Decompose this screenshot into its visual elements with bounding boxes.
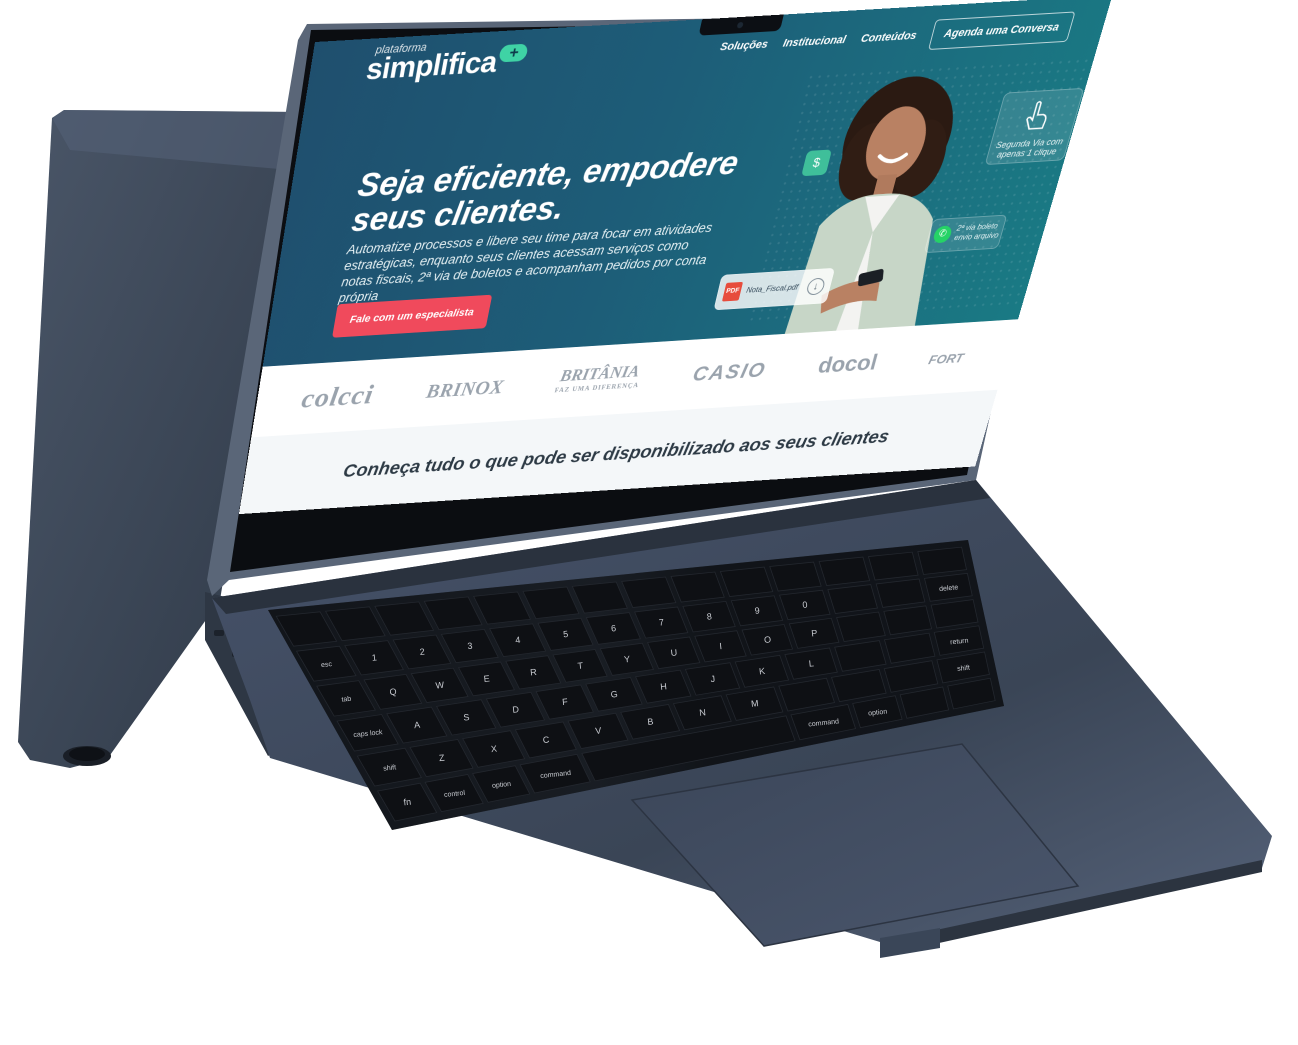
nav-link-conteudos[interactable]: Conteúdos — [860, 30, 918, 45]
keyboard-key[interactable] — [876, 579, 925, 607]
key-label: 1 — [371, 652, 377, 662]
key-label: Q — [389, 686, 397, 697]
hero-section: plataforma simplifica + Soluções Instituc… — [263, 0, 1113, 367]
key-label: shift — [957, 665, 971, 673]
key-label: K — [759, 666, 766, 677]
hand-pointer-icon — [1019, 98, 1055, 133]
keyboard-key[interactable] — [720, 567, 772, 596]
key-label: tab — [341, 696, 352, 704]
key-label: U — [670, 647, 678, 658]
key-label: 9 — [754, 605, 760, 615]
key-label: 3 — [467, 641, 473, 651]
keyboard-key[interactable] — [671, 572, 724, 602]
camera-icon — [737, 22, 744, 28]
whatsapp-icon: ✆ — [932, 225, 953, 243]
nav-link-institucional[interactable]: Institucional — [782, 34, 847, 50]
website-screen: plataforma simplifica + Soluções Instituc… — [239, 0, 1112, 514]
invoice-file-name: Nota_Fiscal.pdf — [745, 283, 799, 295]
keyboard-key[interactable] — [828, 585, 878, 614]
key-label: N — [699, 707, 707, 718]
key-label: A — [414, 720, 421, 731]
key-label: G — [610, 689, 618, 700]
key-label: 6 — [611, 623, 617, 633]
keyboard-key[interactable] — [918, 547, 967, 574]
key-label: 2 — [419, 647, 425, 657]
second-copy-label: Segunda Via com apenas 1 clique — [989, 136, 1068, 160]
brand-logo-docol: docol — [815, 350, 880, 379]
key-label: M — [750, 698, 759, 709]
key-label: esc — [321, 661, 333, 669]
key-label: S — [463, 712, 470, 723]
whatsapp-chat-card: ✆ 2ª via boleto envio arquivo — [924, 215, 1008, 254]
brand-logo-britania: BRITÂNIA FAZ UMA DIFERENÇA — [553, 363, 644, 397]
brand-logo-fort: FORT — [927, 350, 965, 367]
site-logo[interactable]: plataforma simplifica + — [364, 35, 530, 83]
pdf-file-icon: PDF — [722, 282, 743, 302]
keyboard-key[interactable] — [770, 562, 821, 591]
brand-logo-brinox: BRINOX — [424, 375, 505, 402]
key-label: 7 — [658, 617, 664, 627]
key-label: Y — [624, 654, 631, 665]
key-label: 8 — [706, 611, 712, 621]
key-label: O — [764, 634, 772, 645]
key-label: 5 — [563, 629, 569, 639]
brand-logo-colcci: colcci — [299, 379, 376, 414]
download-icon[interactable]: ↓ — [805, 278, 826, 296]
key-label: B — [647, 716, 654, 727]
key-label: shift — [383, 764, 397, 772]
keyboard-key[interactable] — [868, 552, 918, 580]
keyboard-key[interactable] — [819, 557, 870, 585]
brand-logo-casio: CASIO — [690, 358, 768, 386]
key-label: V — [595, 725, 602, 736]
key-label: P — [811, 628, 818, 639]
schedule-call-button[interactable]: Agenda uma Conversa — [928, 11, 1076, 50]
chat-label: 2ª via boleto envio arquivo — [953, 221, 1005, 243]
key-label: 0 — [802, 600, 808, 610]
key-label: E — [483, 673, 490, 684]
key-label: W — [435, 680, 445, 691]
key-label: X — [490, 744, 497, 755]
key-label: fn — [403, 797, 412, 808]
key-label: L — [808, 658, 814, 668]
key-label: 4 — [515, 635, 521, 645]
key-label: H — [660, 681, 668, 692]
nav-link-solucoes[interactable]: Soluções — [719, 38, 769, 53]
